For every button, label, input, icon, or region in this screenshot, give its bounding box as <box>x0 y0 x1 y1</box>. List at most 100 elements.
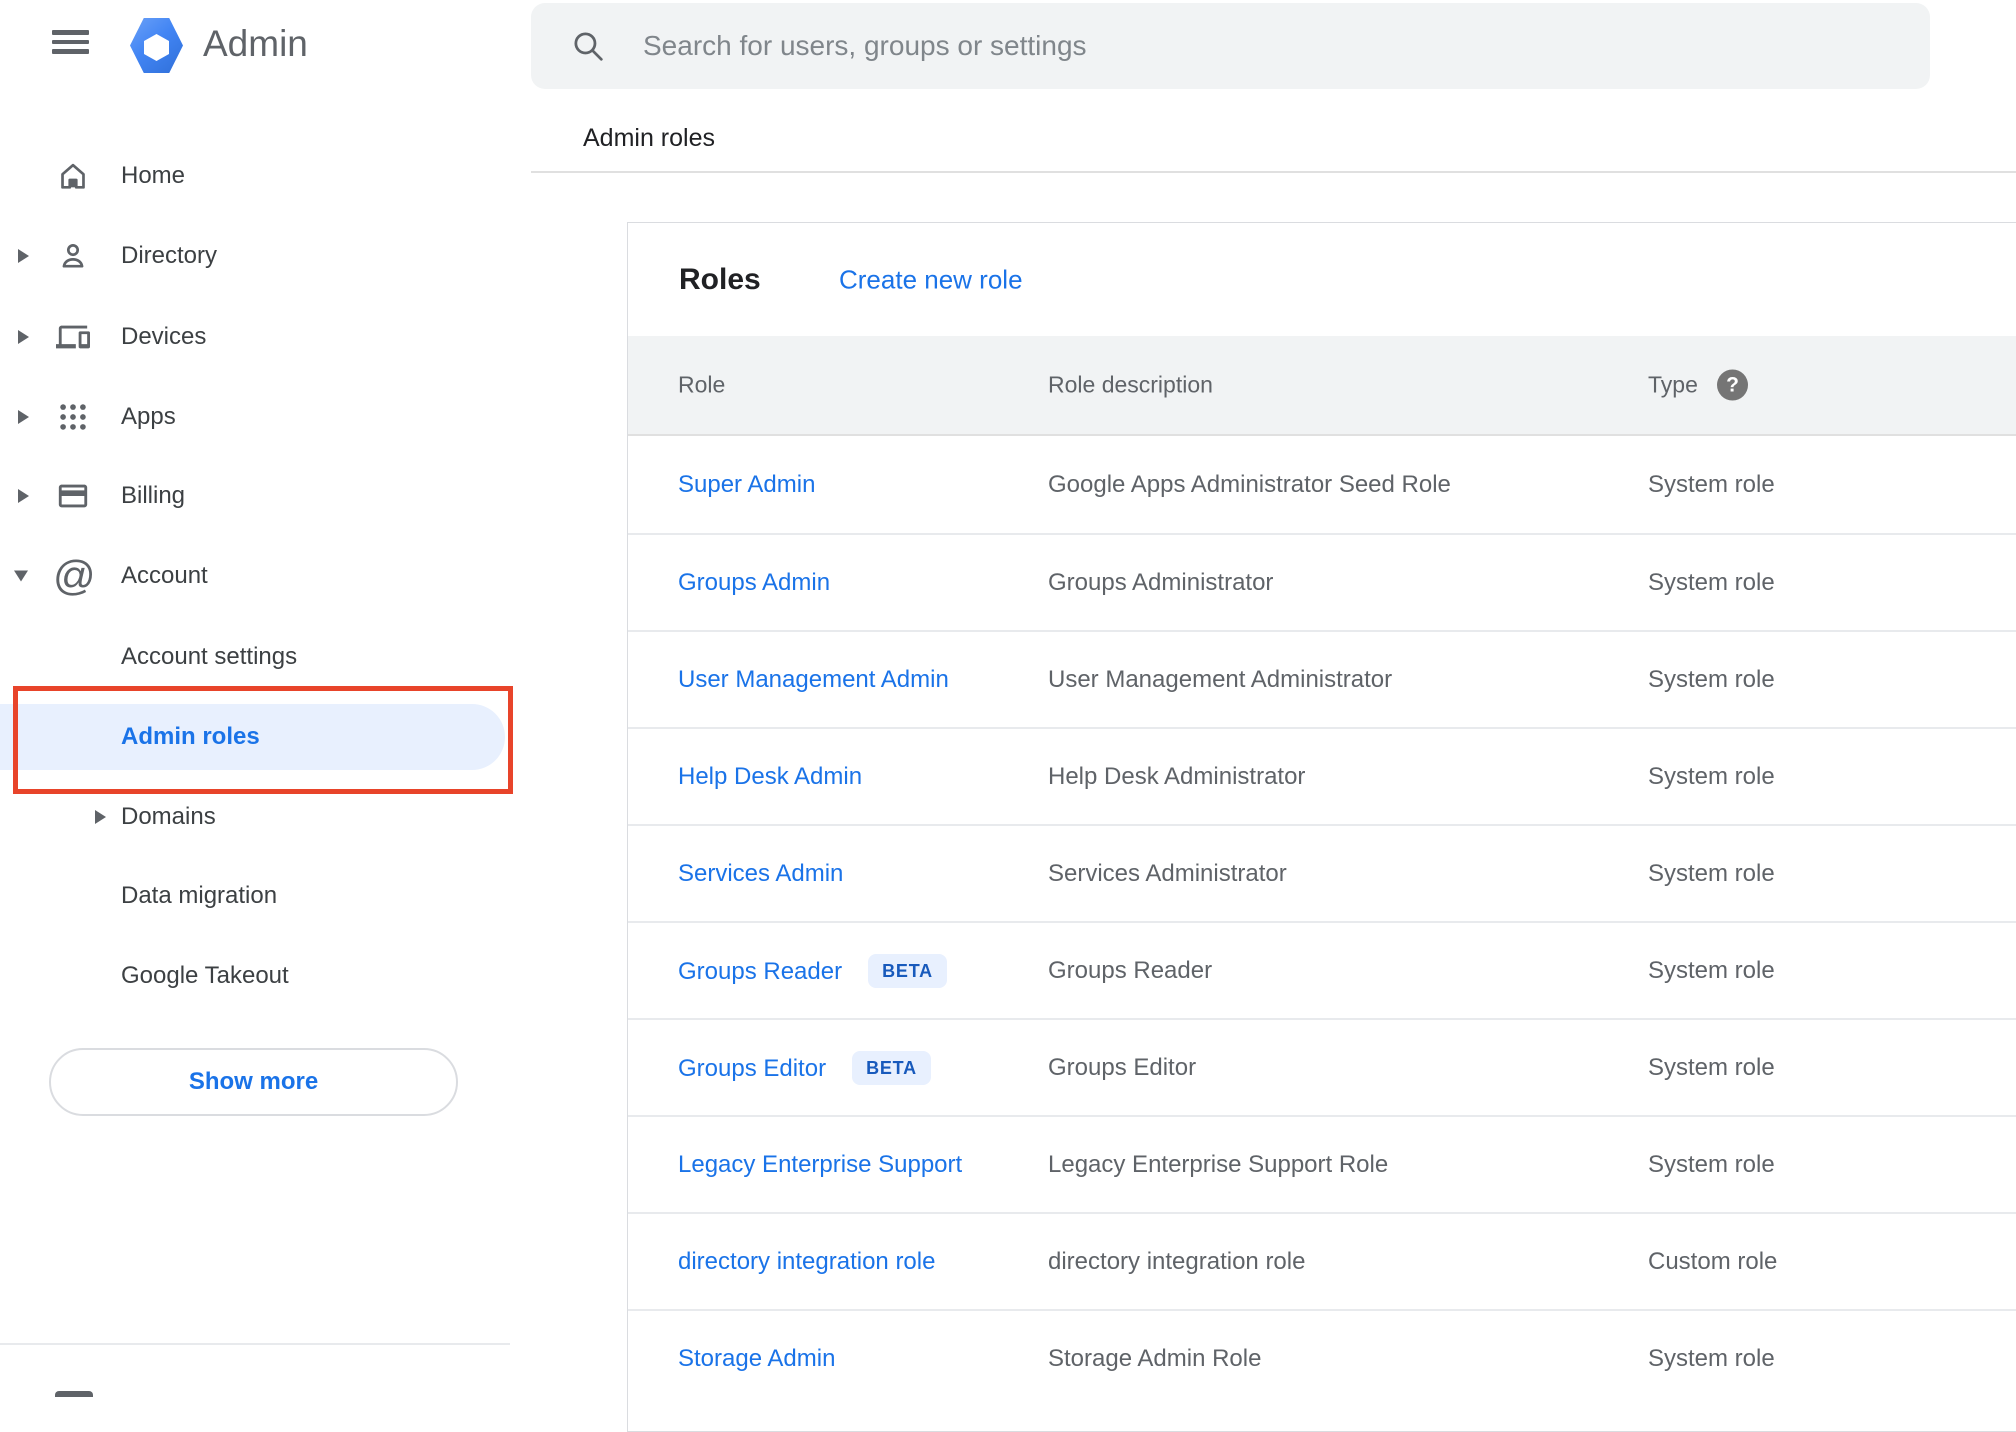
sidebar-item-billing[interactable]: Billing <box>0 468 520 524</box>
table-row: Groups Editor BETA Groups Editor System r… <box>628 1018 2016 1115</box>
role-type: System role <box>1648 1053 1775 1081</box>
role-description: Services Administrator <box>1048 859 1287 887</box>
sidebar-item-label: Home <box>121 162 186 189</box>
expand-caret-icon <box>18 410 29 424</box>
column-header-description: Role description <box>1048 371 1213 398</box>
sidebar-item-data-migration[interactable]: Data migration <box>0 868 520 924</box>
table-row: User Management Admin User Management Ad… <box>628 630 2016 727</box>
table-row: Groups Reader BETA Groups Reader System r… <box>628 921 2016 1018</box>
breadcrumb: Admin roles <box>583 124 715 152</box>
sidebar-item-label: Admin roles <box>121 723 260 750</box>
role-link[interactable]: Groups Admin <box>678 569 830 597</box>
search-bar[interactable] <box>531 3 1930 89</box>
table-header-row: Role Role description Type ? <box>628 336 2016 436</box>
sidebar-item-label: Devices <box>121 323 207 350</box>
table-row: Groups Admin Groups Administrator System… <box>628 533 2016 630</box>
show-more-button[interactable]: Show more <box>49 1048 458 1116</box>
role-description: Google Apps Administrator Seed Role <box>1048 470 1451 498</box>
role-link-with-beta[interactable]: Groups Reader BETA <box>678 953 947 988</box>
column-header-role: Role <box>678 371 726 398</box>
sidebar: Admin Home Directory Devices Apps Billin… <box>0 0 531 1397</box>
role-link[interactable]: Storage Admin <box>678 1345 835 1373</box>
sidebar-item-label: Account <box>121 562 208 589</box>
search-icon <box>574 32 603 61</box>
table-row: Legacy Enterprise Support Legacy Enterpr… <box>628 1115 2016 1212</box>
person-icon <box>62 244 84 268</box>
apps-grid-icon <box>60 404 86 430</box>
role-type: System role <box>1648 568 1775 596</box>
help-icon[interactable]: ? <box>1717 369 1748 401</box>
sidebar-item-home[interactable]: Home <box>0 148 520 204</box>
sidebar-item-devices[interactable]: Devices <box>0 309 520 365</box>
sidebar-divider <box>0 1343 510 1345</box>
role-type: System role <box>1648 1344 1775 1372</box>
create-new-role-link[interactable]: Create new role <box>839 264 1023 295</box>
role-type: Custom role <box>1648 1247 1778 1275</box>
sidebar-item-admin-roles[interactable]: Admin roles <box>0 709 520 765</box>
sidebar-item-apps[interactable]: Apps <box>0 389 520 445</box>
role-description: Storage Admin Role <box>1048 1344 1262 1372</box>
role-link[interactable]: Groups Editor <box>678 1055 826 1082</box>
role-description: Groups Reader <box>1048 956 1213 984</box>
role-description: Legacy Enterprise Support Role <box>1048 1150 1389 1178</box>
search-input[interactable] <box>643 3 1843 89</box>
role-link[interactable]: directory integration role <box>678 1248 935 1276</box>
sidebar-item-domains[interactable]: Domains <box>0 789 520 845</box>
role-type: System role <box>1648 470 1775 498</box>
hamburger-menu-icon[interactable] <box>52 30 89 54</box>
sidebar-item-label: Data migration <box>121 882 278 909</box>
roles-panel-header: Roles Create new role <box>628 223 2016 336</box>
column-header-type: Type <box>1648 371 1698 398</box>
credit-card-icon <box>58 484 88 508</box>
role-link[interactable]: Groups Reader <box>678 958 842 985</box>
sidebar-item-label: Billing <box>121 482 186 509</box>
table-row: Super Admin Google Apps Administrator Se… <box>628 436 2016 533</box>
role-description: directory integration role <box>1048 1247 1306 1275</box>
role-type: System role <box>1648 956 1775 984</box>
expand-caret-icon <box>18 330 29 344</box>
sidebar-item-account-settings[interactable]: Account settings <box>0 629 520 685</box>
sidebar-item-google-takeout[interactable]: Google Takeout <box>0 948 520 1004</box>
role-description: User Management Administrator <box>1048 665 1393 693</box>
sidebar-item-label: Directory <box>121 242 218 269</box>
roles-panel: Roles Create new role Role Role descript… <box>627 222 2016 1432</box>
beta-badge: BETA <box>852 1050 931 1085</box>
role-link[interactable]: Super Admin <box>678 471 815 499</box>
role-link-with-beta[interactable]: Groups Editor BETA <box>678 1050 931 1085</box>
role-type: System role <box>1648 665 1775 693</box>
table-row: Storage Admin Storage Admin Role System … <box>628 1309 2016 1406</box>
role-type: System role <box>1648 859 1775 887</box>
table-row: directory integration role directory int… <box>628 1212 2016 1309</box>
sidebar-item-directory[interactable]: Directory <box>0 228 520 284</box>
sidebar-item-label: Google Takeout <box>121 962 289 989</box>
devices-icon <box>56 325 90 349</box>
sidebar-item-label: Domains <box>121 803 216 830</box>
panel-title: Roles <box>679 262 761 296</box>
expand-caret-icon <box>18 489 29 503</box>
expand-caret-icon <box>95 810 106 824</box>
role-link[interactable]: Help Desk Admin <box>678 763 862 791</box>
role-link[interactable]: Services Admin <box>678 860 843 888</box>
role-type: System role <box>1648 762 1775 790</box>
app-title: Admin <box>203 23 308 64</box>
clipped-nav-icon <box>55 1391 93 1397</box>
table-row: Services Admin Services Administrator Sy… <box>628 824 2016 921</box>
collapse-caret-icon <box>14 570 28 582</box>
beta-badge: BETA <box>868 953 947 988</box>
role-link[interactable]: User Management Admin <box>678 666 949 694</box>
admin-logo[interactable]: Admin <box>130 16 430 74</box>
sidebar-item-account[interactable]: @ Account <box>0 548 520 604</box>
role-description: Groups Administrator <box>1048 568 1274 596</box>
role-type: System role <box>1648 1150 1775 1178</box>
sidebar-item-label: Apps <box>121 403 176 430</box>
role-description: Groups Editor <box>1048 1053 1197 1081</box>
role-link[interactable]: Legacy Enterprise Support <box>678 1151 962 1179</box>
header-divider <box>531 171 2016 173</box>
home-icon <box>61 163 85 189</box>
table-row: Help Desk Admin Help Desk Administrator … <box>628 727 2016 824</box>
admin-hexagon-icon <box>130 18 183 73</box>
sidebar-item-label: Account settings <box>121 643 298 670</box>
role-description: Help Desk Administrator <box>1048 762 1306 790</box>
expand-caret-icon <box>18 249 29 263</box>
at-sign-icon: @ <box>53 552 96 599</box>
